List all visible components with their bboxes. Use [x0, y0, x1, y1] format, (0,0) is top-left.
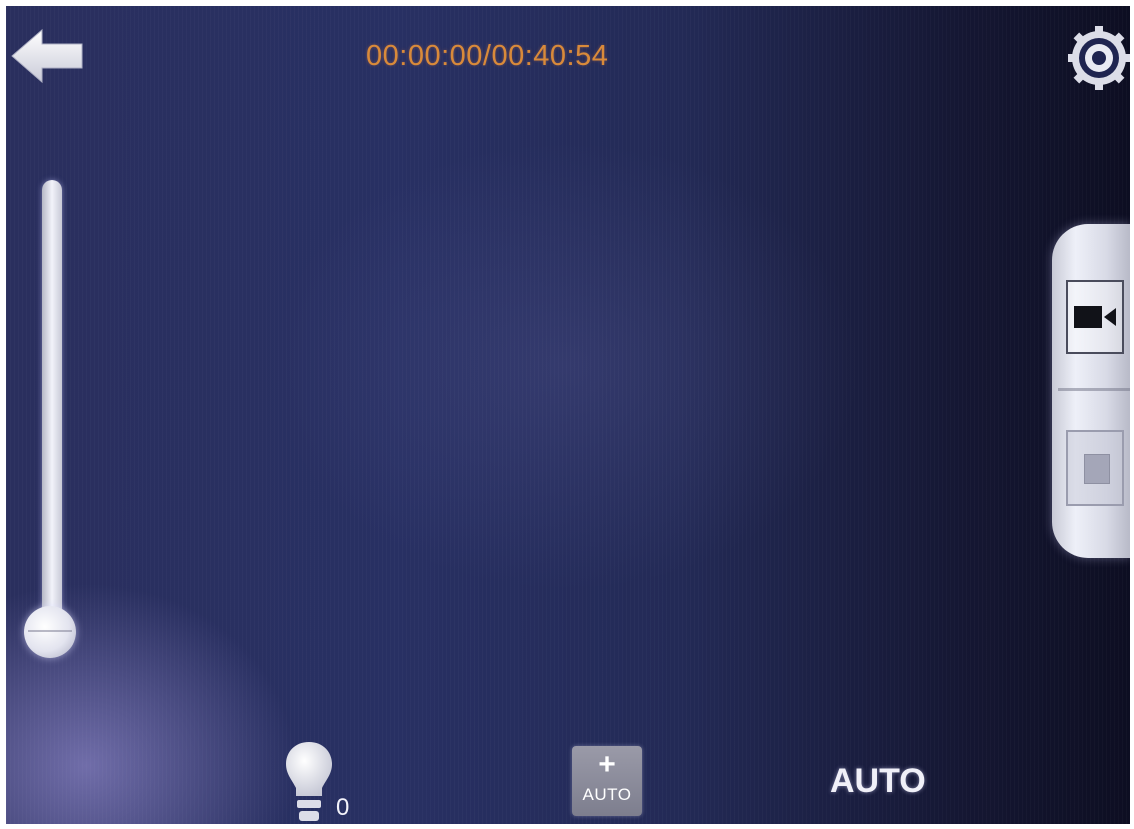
photo-mode-button[interactable] — [1066, 430, 1124, 506]
exposure-button[interactable]: + AUTO — [572, 746, 642, 816]
light-button[interactable]: 0 — [282, 736, 362, 824]
video-mode-button[interactable] — [1066, 280, 1124, 354]
photo-mode-icon — [1084, 454, 1110, 484]
scanline-overlay — [6, 6, 1130, 824]
mode-selector — [1052, 224, 1130, 558]
zoom-slider-track[interactable] — [42, 180, 62, 640]
gear-icon — [1067, 26, 1130, 90]
exposure-auto-label: AUTO — [582, 785, 632, 804]
exposure-plus-label: + — [598, 748, 616, 781]
zoom-slider-thumb[interactable] — [24, 606, 76, 658]
lightbulb-icon — [286, 742, 332, 821]
light-level-value: 0 — [336, 794, 350, 821]
back-arrow-icon — [11, 28, 83, 84]
mode-divider — [1058, 388, 1130, 391]
recording-timecode: 00:00:00/00:40:54 — [366, 40, 609, 72]
white-balance-button[interactable]: AUTO — [830, 758, 950, 804]
zoom-slider[interactable] — [16, 176, 76, 676]
settings-button[interactable] — [1067, 24, 1130, 92]
back-button[interactable] — [8, 26, 86, 86]
camera-viewfinder: 00:00:00/00:40:54 0 + AUTO AUTO — [6, 6, 1130, 824]
video-camera-icon — [1074, 306, 1116, 328]
